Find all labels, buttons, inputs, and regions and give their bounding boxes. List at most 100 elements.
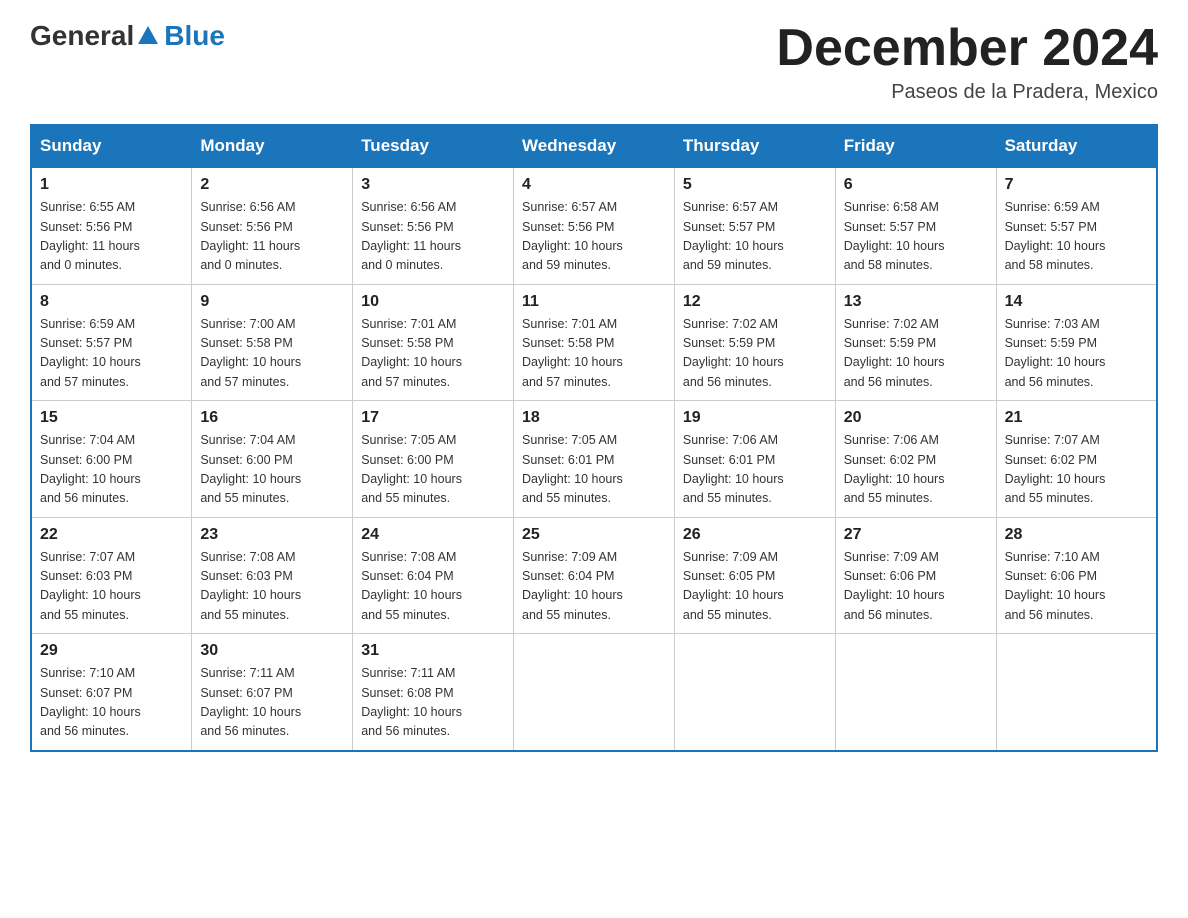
calendar-cell: 10 Sunrise: 7:01 AMSunset: 5:58 PMDayligh… — [353, 284, 514, 401]
day-info: Sunrise: 6:59 AMSunset: 5:57 PMDaylight:… — [1005, 198, 1148, 276]
day-number: 16 — [200, 409, 344, 427]
day-number: 13 — [844, 293, 988, 311]
day-info: Sunrise: 6:57 AMSunset: 5:56 PMDaylight:… — [522, 198, 666, 276]
calendar-cell: 16 Sunrise: 7:04 AMSunset: 6:00 PMDayligh… — [192, 401, 353, 518]
calendar-week-row: 15 Sunrise: 7:04 AMSunset: 6:00 PMDayligh… — [31, 401, 1157, 518]
logo-triangle-icon — [138, 26, 158, 44]
day-info: Sunrise: 6:55 AMSunset: 5:56 PMDaylight:… — [40, 198, 183, 276]
day-info: Sunrise: 7:06 AMSunset: 6:02 PMDaylight:… — [844, 431, 988, 509]
day-header-thursday: Thursday — [674, 125, 835, 167]
calendar-cell — [996, 634, 1157, 751]
calendar-cell: 4 Sunrise: 6:57 AMSunset: 5:56 PMDaylight… — [514, 167, 675, 284]
calendar-cell: 26Sunrise: 7:09 AMSunset: 6:05 PMDayligh… — [674, 517, 835, 634]
calendar-cell: 19Sunrise: 7:06 AMSunset: 6:01 PMDayligh… — [674, 401, 835, 518]
day-info: Sunrise: 7:03 AMSunset: 5:59 PMDaylight:… — [1005, 315, 1148, 393]
day-number: 26 — [683, 526, 827, 544]
calendar-cell: 31 Sunrise: 7:11 AMSunset: 6:08 PMDayligh… — [353, 634, 514, 751]
calendar-cell: 25 Sunrise: 7:09 AMSunset: 6:04 PMDayligh… — [514, 517, 675, 634]
calendar-cell: 5 Sunrise: 6:57 AMSunset: 5:57 PMDaylight… — [674, 167, 835, 284]
calendar-cell: 7 Sunrise: 6:59 AMSunset: 5:57 PMDaylight… — [996, 167, 1157, 284]
day-number: 9 — [200, 293, 344, 311]
day-info: Sunrise: 6:57 AMSunset: 5:57 PMDaylight:… — [683, 198, 827, 276]
calendar-cell: 30Sunrise: 7:11 AMSunset: 6:07 PMDayligh… — [192, 634, 353, 751]
day-number: 12 — [683, 293, 827, 311]
day-number: 11 — [522, 293, 666, 311]
day-info: Sunrise: 7:02 AMSunset: 5:59 PMDaylight:… — [844, 315, 988, 393]
day-number: 7 — [1005, 176, 1148, 194]
calendar-cell: 20 Sunrise: 7:06 AMSunset: 6:02 PMDayligh… — [835, 401, 996, 518]
day-info: Sunrise: 7:04 AMSunset: 6:00 PMDaylight:… — [200, 431, 344, 509]
page-header: General Blue December 2024 Paseos de la … — [30, 20, 1158, 104]
day-header-monday: Monday — [192, 125, 353, 167]
calendar-cell: 23 Sunrise: 7:08 AMSunset: 6:03 PMDayligh… — [192, 517, 353, 634]
day-info: Sunrise: 7:11 AMSunset: 6:08 PMDaylight:… — [361, 664, 505, 742]
day-number: 21 — [1005, 409, 1148, 427]
days-of-week-row: SundayMondayTuesdayWednesdayThursdayFrid… — [31, 125, 1157, 167]
calendar-cell: 21Sunrise: 7:07 AMSunset: 6:02 PMDayligh… — [996, 401, 1157, 518]
day-number: 19 — [683, 409, 827, 427]
calendar-body: 1 Sunrise: 6:55 AMSunset: 5:56 PMDaylight… — [31, 167, 1157, 751]
logo: General Blue — [30, 20, 225, 52]
day-info: Sunrise: 7:05 AMSunset: 6:01 PMDaylight:… — [522, 431, 666, 509]
day-header-wednesday: Wednesday — [514, 125, 675, 167]
day-header-sunday: Sunday — [31, 125, 192, 167]
day-number: 22 — [40, 526, 183, 544]
day-info: Sunrise: 6:56 AMSunset: 5:56 PMDaylight:… — [200, 198, 344, 276]
day-number: 5 — [683, 176, 827, 194]
calendar-week-row: 1 Sunrise: 6:55 AMSunset: 5:56 PMDaylight… — [31, 167, 1157, 284]
calendar-cell: 17 Sunrise: 7:05 AMSunset: 6:00 PMDayligh… — [353, 401, 514, 518]
day-info: Sunrise: 7:11 AMSunset: 6:07 PMDaylight:… — [200, 664, 344, 742]
day-number: 14 — [1005, 293, 1148, 311]
calendar-header: SundayMondayTuesdayWednesdayThursdayFrid… — [31, 125, 1157, 167]
day-info: Sunrise: 7:07 AMSunset: 6:03 PMDaylight:… — [40, 548, 183, 626]
calendar-table: SundayMondayTuesdayWednesdayThursdayFrid… — [30, 124, 1158, 752]
day-info: Sunrise: 7:04 AMSunset: 6:00 PMDaylight:… — [40, 431, 183, 509]
day-number: 3 — [361, 176, 505, 194]
day-number: 25 — [522, 526, 666, 544]
calendar-cell: 13 Sunrise: 7:02 AMSunset: 5:59 PMDayligh… — [835, 284, 996, 401]
day-info: Sunrise: 7:01 AMSunset: 5:58 PMDaylight:… — [522, 315, 666, 393]
calendar-week-row: 29Sunrise: 7:10 AMSunset: 6:07 PMDayligh… — [31, 634, 1157, 751]
day-number: 17 — [361, 409, 505, 427]
calendar-cell: 27 Sunrise: 7:09 AMSunset: 6:06 PMDayligh… — [835, 517, 996, 634]
day-info: Sunrise: 7:08 AMSunset: 6:04 PMDaylight:… — [361, 548, 505, 626]
calendar-cell: 11 Sunrise: 7:01 AMSunset: 5:58 PMDayligh… — [514, 284, 675, 401]
day-number: 18 — [522, 409, 666, 427]
calendar-cell: 9Sunrise: 7:00 AMSunset: 5:58 PMDaylight… — [192, 284, 353, 401]
logo-general-text: General — [30, 20, 134, 52]
calendar-cell: 3 Sunrise: 6:56 AMSunset: 5:56 PMDaylight… — [353, 167, 514, 284]
calendar-cell: 8 Sunrise: 6:59 AMSunset: 5:57 PMDaylight… — [31, 284, 192, 401]
day-number: 20 — [844, 409, 988, 427]
day-number: 29 — [40, 642, 183, 660]
calendar-cell — [674, 634, 835, 751]
day-number: 8 — [40, 293, 183, 311]
day-header-saturday: Saturday — [996, 125, 1157, 167]
calendar-cell: 29Sunrise: 7:10 AMSunset: 6:07 PMDayligh… — [31, 634, 192, 751]
calendar-cell: 24Sunrise: 7:08 AMSunset: 6:04 PMDayligh… — [353, 517, 514, 634]
day-info: Sunrise: 7:09 AMSunset: 6:06 PMDaylight:… — [844, 548, 988, 626]
day-number: 15 — [40, 409, 183, 427]
calendar-week-row: 8 Sunrise: 6:59 AMSunset: 5:57 PMDaylight… — [31, 284, 1157, 401]
day-info: Sunrise: 7:02 AMSunset: 5:59 PMDaylight:… — [683, 315, 827, 393]
day-info: Sunrise: 7:08 AMSunset: 6:03 PMDaylight:… — [200, 548, 344, 626]
day-number: 1 — [40, 176, 183, 194]
day-info: Sunrise: 6:56 AMSunset: 5:56 PMDaylight:… — [361, 198, 505, 276]
calendar-cell: 6Sunrise: 6:58 AMSunset: 5:57 PMDaylight… — [835, 167, 996, 284]
day-info: Sunrise: 7:01 AMSunset: 5:58 PMDaylight:… — [361, 315, 505, 393]
calendar-cell — [514, 634, 675, 751]
day-info: Sunrise: 7:09 AMSunset: 6:04 PMDaylight:… — [522, 548, 666, 626]
day-number: 23 — [200, 526, 344, 544]
day-number: 4 — [522, 176, 666, 194]
day-info: Sunrise: 6:59 AMSunset: 5:57 PMDaylight:… — [40, 315, 183, 393]
day-number: 10 — [361, 293, 505, 311]
calendar-cell: 2Sunrise: 6:56 AMSunset: 5:56 PMDaylight… — [192, 167, 353, 284]
day-number: 27 — [844, 526, 988, 544]
calendar-cell: 14 Sunrise: 7:03 AMSunset: 5:59 PMDayligh… — [996, 284, 1157, 401]
day-info: Sunrise: 7:05 AMSunset: 6:00 PMDaylight:… — [361, 431, 505, 509]
calendar-cell: 15 Sunrise: 7:04 AMSunset: 6:00 PMDayligh… — [31, 401, 192, 518]
month-title: December 2024 — [776, 20, 1158, 77]
day-header-tuesday: Tuesday — [353, 125, 514, 167]
calendar-week-row: 22 Sunrise: 7:07 AMSunset: 6:03 PMDayligh… — [31, 517, 1157, 634]
day-number: 31 — [361, 642, 505, 660]
calendar-cell: 28Sunrise: 7:10 AMSunset: 6:06 PMDayligh… — [996, 517, 1157, 634]
